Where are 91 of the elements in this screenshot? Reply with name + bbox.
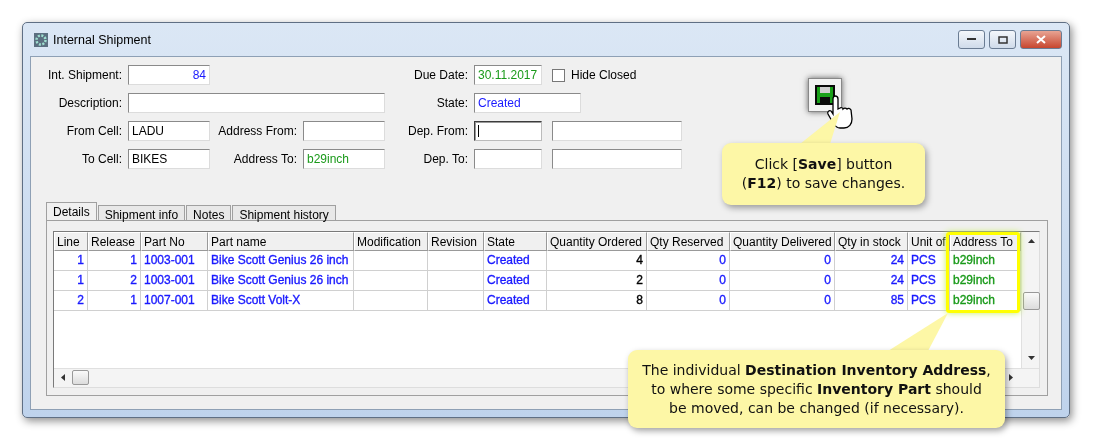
- tab[interactable]: Shipment history: [232, 205, 336, 220]
- table-cell: 0: [730, 271, 835, 291]
- column-header[interactable]: Quantity Ordered: [547, 232, 647, 251]
- table-cell: 4: [547, 251, 647, 271]
- table-cell: PCS: [908, 271, 950, 291]
- input-field[interactable]: LADU: [128, 121, 210, 141]
- scroll-up-icon[interactable]: [1028, 239, 1035, 243]
- table-cell: [428, 251, 484, 271]
- table-cell: [428, 291, 484, 311]
- table-cell: Bike Scott Volt-X: [208, 291, 354, 311]
- vertical-scrollbar[interactable]: [1021, 232, 1039, 368]
- table-cell: Created: [484, 251, 547, 271]
- column-header[interactable]: Revision: [428, 232, 484, 251]
- input-field[interactable]: [552, 149, 682, 169]
- column-header[interactable]: Qty Reserved: [647, 232, 730, 251]
- checkbox[interactable]: [552, 68, 565, 82]
- column-header[interactable]: Quantity Delivered: [730, 232, 835, 251]
- field-label: Address From:: [218, 124, 298, 138]
- scroll-left-icon[interactable]: [61, 374, 65, 381]
- column-header[interactable]: Line: [54, 232, 88, 251]
- field-label: Int. Shipment:: [47, 68, 123, 82]
- scroll-down-icon[interactable]: [1028, 356, 1035, 360]
- input-field[interactable]: [303, 121, 385, 141]
- input-field[interactable]: [474, 121, 542, 141]
- column-header[interactable]: Qty in stock: [835, 232, 908, 251]
- field-label: Address To:: [233, 152, 298, 166]
- scroll-thumb[interactable]: [1023, 292, 1040, 310]
- input-field[interactable]: b29inch: [303, 149, 385, 169]
- table-cell: PCS: [908, 251, 950, 271]
- scroll-thumb[interactable]: [72, 370, 89, 385]
- table-cell: Created: [484, 271, 547, 291]
- table-cell: 0: [730, 251, 835, 271]
- table-cell: 8: [547, 291, 647, 311]
- table-cell: Bike Scott Genius 26 inch: [208, 271, 354, 291]
- field-label: Dep. To:: [423, 152, 469, 166]
- table-cell: 2: [547, 271, 647, 291]
- field-label: Due Date:: [413, 68, 469, 82]
- table-cell: [428, 271, 484, 291]
- column-header[interactable]: Modification: [354, 232, 428, 251]
- description-field[interactable]: [128, 93, 385, 113]
- minimize-icon: [967, 38, 976, 41]
- field-label: State:: [436, 96, 469, 110]
- maximize-button[interactable]: [989, 30, 1016, 49]
- field-label: Dep. From:: [408, 124, 469, 138]
- close-icon: [1036, 35, 1046, 44]
- table-cell: PCS: [908, 291, 950, 311]
- input-field[interactable]: 30.11.2017: [474, 65, 542, 85]
- input-field[interactable]: BIKES: [128, 149, 210, 169]
- tab[interactable]: Notes: [186, 205, 232, 220]
- scroll-right-icon[interactable]: [1009, 374, 1013, 381]
- field-label: From Cell:: [66, 124, 123, 138]
- column-header[interactable]: State: [484, 232, 547, 251]
- column-header[interactable]: Unit of: [908, 232, 950, 251]
- column-header[interactable]: Part name: [208, 232, 354, 251]
- input-field[interactable]: Created: [474, 93, 581, 113]
- field-label: To Cell:: [82, 152, 123, 166]
- table-cell: 1: [54, 251, 88, 271]
- table-cell: 24: [835, 271, 908, 291]
- pointer-tooltip: [800, 112, 840, 144]
- table-cell: 0: [647, 291, 730, 311]
- table-cell: 85: [835, 291, 908, 311]
- table-cell: 0: [647, 271, 730, 291]
- table-cell: 1003-001: [141, 251, 208, 271]
- table-cell: Created: [484, 291, 547, 311]
- window-title: Internal Shipment: [53, 32, 152, 47]
- table-cell: 0: [730, 291, 835, 311]
- minimize-button[interactable]: [958, 30, 985, 49]
- floppy-disk-icon: [814, 84, 836, 106]
- input-field[interactable]: [474, 149, 542, 169]
- field-label: Description:: [58, 96, 123, 110]
- checkbox-label: Hide Closed: [571, 68, 637, 82]
- table-cell: 2: [88, 271, 141, 291]
- table-cell: 1007-001: [141, 291, 208, 311]
- table-cell: 24: [835, 251, 908, 271]
- table-cell: 1003-001: [141, 271, 208, 291]
- maximize-icon: [997, 35, 1008, 44]
- tab[interactable]: Shipment info: [97, 205, 186, 220]
- table-cell: 2: [54, 291, 88, 311]
- table-cell: 1: [54, 271, 88, 291]
- pointer-tooltip: [888, 313, 948, 351]
- table-cell: Bike Scott Genius 26 inch: [208, 251, 354, 271]
- column-header[interactable]: Part No: [141, 232, 208, 251]
- table-cell: 1: [88, 251, 141, 271]
- table-cell: 0: [647, 251, 730, 271]
- tab[interactable]: Details: [46, 202, 97, 220]
- input-field[interactable]: 84: [128, 65, 210, 85]
- gear-icon: [33, 31, 49, 48]
- input-field[interactable]: [552, 121, 682, 141]
- column-header[interactable]: Release: [88, 232, 141, 251]
- table-cell: 1: [88, 291, 141, 311]
- close-button[interactable]: [1020, 30, 1062, 49]
